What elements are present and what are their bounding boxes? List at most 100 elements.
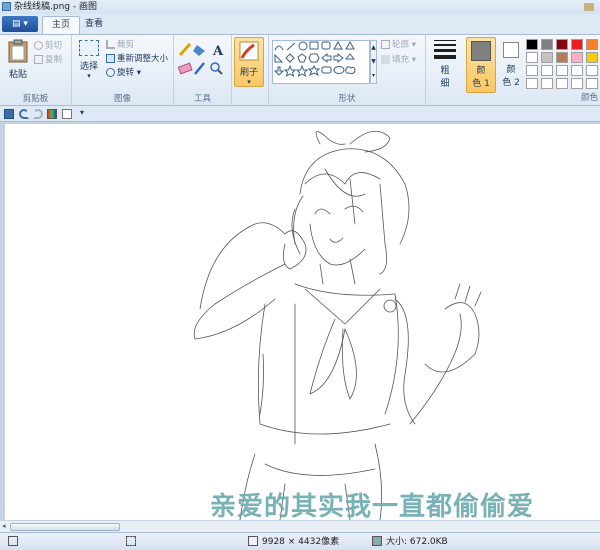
file-menu-button[interactable]: ▤ ▾ bbox=[2, 16, 38, 32]
tab-view[interactable]: 查看 bbox=[76, 16, 112, 34]
window-title: 杂线线稿.png - 画图 bbox=[14, 2, 97, 12]
palette-swatch[interactable] bbox=[556, 39, 568, 50]
window-controls-icon[interactable] bbox=[584, 3, 594, 11]
paste-label: 粘贴 bbox=[8, 70, 27, 80]
palette-swatch[interactable] bbox=[526, 78, 538, 89]
status-bar: 9928 × 4432像素 大小: 672.0KB bbox=[0, 532, 600, 550]
cut-button[interactable]: 剪切 bbox=[34, 40, 62, 52]
new-file-icon[interactable] bbox=[62, 109, 72, 119]
shapes-scroll[interactable]: ▲ ▼ ▾ bbox=[370, 40, 377, 84]
palette-swatch[interactable] bbox=[541, 52, 553, 63]
scroll-left-icon[interactable]: ◂ bbox=[2, 522, 6, 530]
select-rect-icon bbox=[79, 40, 99, 56]
triangle-shape-icon bbox=[345, 40, 355, 50]
image-group-label: 图像 bbox=[113, 94, 131, 104]
image-group: 选择 ▾ 裁剪 重新调整大小 旋转 ▾ 图像 bbox=[72, 35, 174, 106]
crop-button[interactable]: 裁剪 bbox=[106, 39, 134, 51]
palette-swatch[interactable] bbox=[586, 39, 598, 50]
palette-swatch[interactable] bbox=[571, 52, 583, 63]
right-triangle-shape-icon bbox=[274, 53, 284, 63]
undo-icon[interactable] bbox=[19, 109, 29, 119]
shapes-group: ▲ ▼ ▾ 轮廓 ▾ 填充 ▾ 形状 bbox=[268, 35, 426, 106]
color1-label-2: 色 1 bbox=[472, 79, 490, 89]
palette-swatch[interactable] bbox=[541, 78, 553, 89]
callout-rect-shape-icon bbox=[321, 66, 332, 74]
color1-label-1: 颜 bbox=[476, 66, 486, 76]
tools-icons: A bbox=[177, 42, 224, 75]
diamond-shape-icon bbox=[285, 53, 295, 63]
palette-swatch[interactable] bbox=[571, 78, 583, 89]
color2-button[interactable]: 颜 色 2 bbox=[498, 37, 524, 93]
palette-swatch[interactable] bbox=[556, 78, 568, 89]
image-size-icon bbox=[248, 536, 258, 546]
palette-swatch[interactable] bbox=[526, 52, 538, 63]
color2-label-2: 色 2 bbox=[502, 78, 520, 88]
callout-cloud-shape-icon bbox=[345, 66, 356, 75]
paste-button[interactable]: 粘贴 bbox=[4, 38, 32, 80]
crop-label: 裁剪 bbox=[117, 40, 135, 50]
palette-swatch[interactable] bbox=[526, 65, 538, 76]
size-button[interactable]: 粗 细 bbox=[430, 38, 460, 89]
star-four-shape-icon bbox=[283, 64, 297, 78]
copy-label: 复制 bbox=[45, 55, 63, 65]
ribbon-tabs: ▤ ▾ 主页 查看 bbox=[0, 14, 600, 34]
palette-swatch[interactable] bbox=[556, 65, 568, 76]
palette-swatch[interactable] bbox=[586, 65, 598, 76]
select-button[interactable]: 选择 ▾ bbox=[76, 40, 102, 80]
fill-icon bbox=[381, 55, 390, 64]
palette-swatch[interactable] bbox=[586, 78, 598, 89]
hexagon-shape-icon bbox=[308, 53, 320, 63]
customize-qat-chevron-icon[interactable]: ▾ bbox=[80, 108, 84, 117]
text-icon[interactable]: A bbox=[212, 44, 224, 59]
scrollbar-thumb[interactable] bbox=[10, 523, 120, 531]
color2-label-1: 颜 bbox=[506, 65, 516, 75]
star-six-shape-icon bbox=[307, 64, 321, 77]
svg-text:A: A bbox=[212, 44, 224, 59]
line-art-drawing bbox=[193, 130, 482, 520]
pencil-icon[interactable] bbox=[178, 42, 192, 57]
select-label: 选择 bbox=[79, 62, 98, 72]
color-palette bbox=[526, 39, 600, 99]
arrow-left-shape-icon bbox=[333, 52, 344, 64]
shapes-group-label: 形状 bbox=[338, 94, 356, 104]
paint-app-icon bbox=[2, 2, 11, 11]
rotate-label: 旋转 bbox=[117, 68, 135, 78]
eraser-icon[interactable] bbox=[177, 62, 193, 75]
shapes-icons bbox=[273, 40, 356, 78]
rectangle-shape-icon bbox=[309, 41, 319, 50]
watermark-text: 亲爱的其实我一直都偷偷爱 bbox=[210, 492, 535, 520]
palette-swatch[interactable] bbox=[541, 39, 553, 50]
quick-access-toolbar: ▾ bbox=[0, 106, 600, 122]
outline-button[interactable]: 轮廓 ▾ bbox=[381, 39, 416, 51]
canvas-area: 亲爱的其实我一直都偷偷爱 bbox=[0, 122, 600, 520]
clipboard-icon bbox=[8, 39, 28, 63]
palette-swatch[interactable] bbox=[586, 52, 598, 63]
tools-group: A 工具 bbox=[174, 35, 232, 106]
rotate-button[interactable]: 旋转 ▾ bbox=[106, 67, 141, 79]
fill-bucket-icon[interactable] bbox=[193, 45, 205, 56]
save-icon[interactable] bbox=[4, 109, 14, 119]
outline-label: 轮廓 bbox=[392, 40, 410, 50]
palette-swatch[interactable] bbox=[571, 65, 583, 76]
resize-button[interactable]: 重新调整大小 bbox=[106, 53, 168, 65]
magnifier-icon[interactable] bbox=[210, 62, 223, 75]
palette-swatch[interactable] bbox=[541, 65, 553, 76]
copy-button[interactable]: 复制 bbox=[34, 54, 62, 66]
pentagon-shape-icon bbox=[297, 53, 307, 63]
palette-swatch[interactable] bbox=[556, 52, 568, 63]
horizontal-scrollbar[interactable]: ◂ bbox=[0, 520, 600, 532]
redo-icon[interactable] bbox=[33, 109, 43, 119]
color-picker-icon[interactable] bbox=[194, 62, 205, 75]
color1-button[interactable]: 颜 色 1 bbox=[466, 37, 496, 93]
properties-icon[interactable] bbox=[47, 109, 57, 119]
colors-group-label: 颜色 bbox=[580, 93, 598, 103]
palette-swatch[interactable] bbox=[571, 39, 583, 50]
drawing-canvas[interactable]: 亲爱的其实我一直都偷偷爱 bbox=[5, 124, 600, 520]
cursor-position-icon bbox=[8, 536, 18, 546]
palette-swatch[interactable] bbox=[526, 39, 538, 50]
fill-button[interactable]: 填充 ▾ bbox=[381, 54, 416, 66]
brush-button[interactable]: 刷子 ▾ bbox=[234, 37, 264, 87]
tab-home[interactable]: 主页 bbox=[42, 16, 81, 34]
shapes-gallery[interactable] bbox=[272, 40, 370, 84]
clipboard-group-label: 剪贴板 bbox=[22, 94, 49, 104]
